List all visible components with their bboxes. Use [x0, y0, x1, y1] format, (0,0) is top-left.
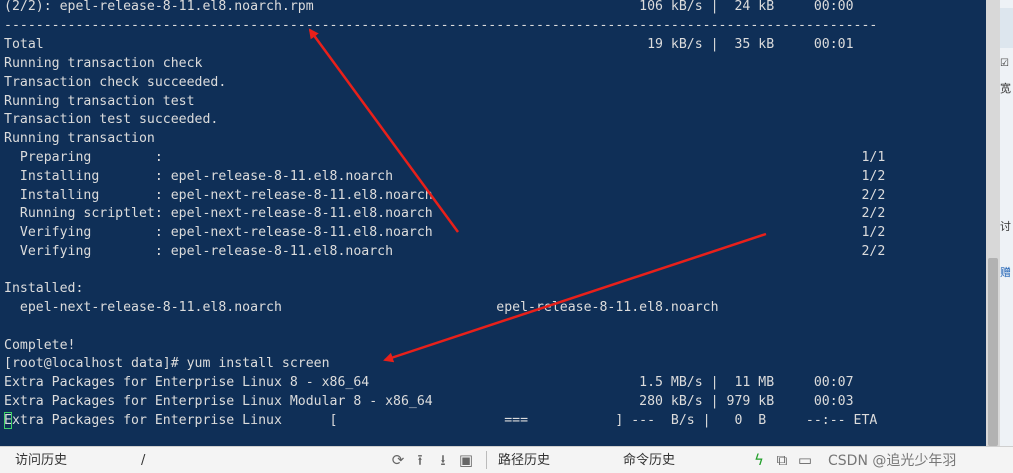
bottom-toolbar: 访问历史 / ⟳ ⭱ ⭳ ▣ 路径历史 命令历史 ϟ ⧉ ▭ CSDN @追光少… [0, 446, 1013, 473]
terminal-line: Preparing : 1/1 [4, 150, 886, 165]
terminal-scrollbar[interactable] [986, 0, 1000, 446]
terminal-output[interactable]: (2/2): epel-release-8-11.el8.noarch.rpm … [0, 0, 986, 446]
lightning-icon[interactable]: ϟ [750, 450, 768, 470]
toolbar-divider [486, 451, 487, 469]
terminal-line: Complete! [4, 338, 76, 353]
watermark-text: CSDN @追光少年羽 [828, 453, 957, 469]
terminal-line: Transaction test succeeded. [4, 112, 219, 127]
terminal-line: Total 19 kB/s | 35 kB 00:01 [4, 37, 854, 52]
upload-icon[interactable]: ⭱ [411, 450, 429, 470]
side-panel-thumb [1000, 8, 1013, 48]
terminal-line: Installing : epel-release-8-11.el8.noarc… [4, 169, 886, 184]
terminal-cursor [4, 412, 12, 429]
path-history-tab[interactable]: 路径历史 [498, 452, 550, 470]
side-panel-text-3: 赠 [1000, 266, 1011, 279]
terminal-line: Installed: [4, 281, 84, 296]
download-icon[interactable]: ⭳ [434, 450, 452, 470]
terminal-line: Running scriptlet: epel-next-release-8-1… [4, 206, 886, 221]
terminal-line: Installing : epel-next-release-8-11.el8.… [4, 188, 886, 203]
terminal-line: (2/2): epel-release-8-11.el8.noarch.rpm … [4, 0, 854, 14]
scrollbar-thumb[interactable] [988, 258, 998, 446]
terminal-line: [root@localhost data]# yum install scree… [4, 356, 330, 371]
command-history-tab[interactable]: 命令历史 [623, 452, 675, 470]
terminal-line: Verifying : epel-next-release-8-11.el8.n… [4, 225, 886, 240]
side-panel-text-1: 宽 [1000, 82, 1011, 95]
side-checkbox-icon: ☑ [1000, 58, 1009, 69]
copy-icon[interactable]: ⧉ [773, 450, 791, 470]
terminal-line: Extra Packages for Enterprise Linux Modu… [4, 394, 854, 409]
visit-history-tab[interactable]: 访问历史 [15, 452, 67, 470]
terminal-line: Verifying : epel-release-8-11.el8.noarch… [4, 244, 886, 259]
terminal-line: Running transaction check [4, 56, 203, 71]
save-icon[interactable]: ▣ [457, 450, 475, 470]
terminal-line: Running transaction [4, 131, 155, 146]
terminal-line: Transaction check succeeded. [4, 75, 227, 90]
terminal-line: Running transaction test [4, 94, 195, 109]
terminal-line: Extra Packages for Enterprise Linux 8 - … [4, 375, 854, 390]
refresh-icon[interactable]: ⟳ [389, 450, 407, 470]
terminal-line: Extra Packages for Enterprise Linux [ ==… [4, 413, 878, 428]
current-path[interactable]: / [141, 452, 145, 470]
terminal-line: ----------------------------------------… [4, 18, 878, 33]
right-side-panel: ☑ 宽 讨 赠 [1000, 0, 1013, 446]
clipboard-icon[interactable]: ▭ [796, 450, 814, 470]
side-panel-text-2: 讨 [1000, 220, 1011, 233]
terminal-line: epel-next-release-8-11.el8.noarch epel-r… [4, 300, 719, 315]
